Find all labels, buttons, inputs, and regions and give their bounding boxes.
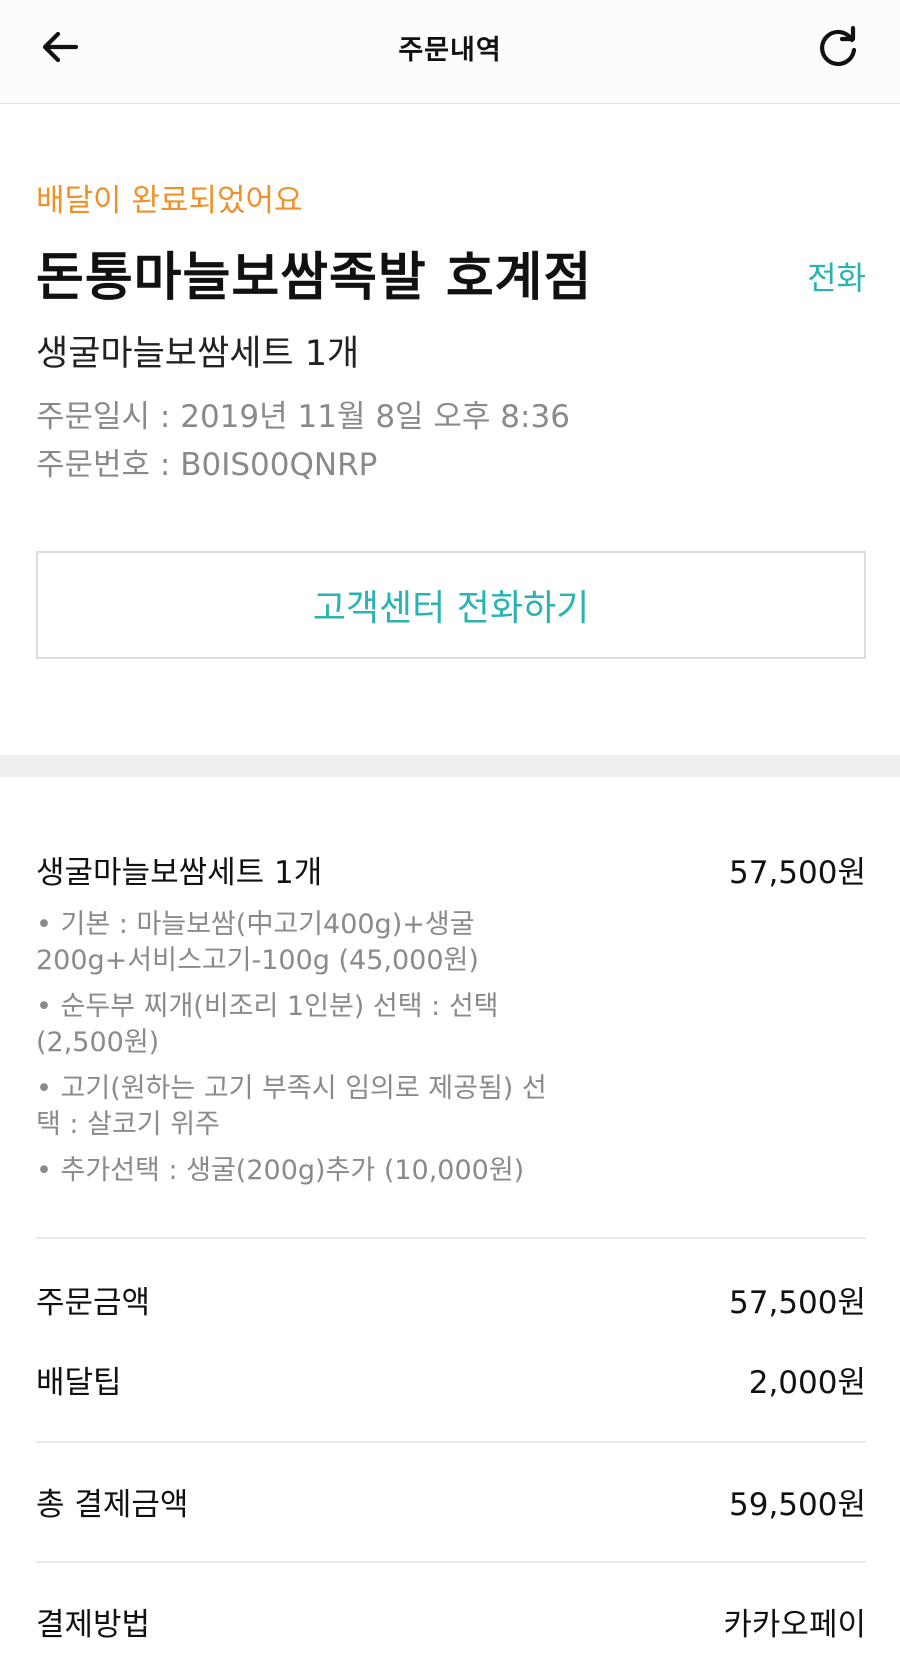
item-option: • 고기(원하는 고기 부족시 임의로 제공됨) 선택 : 살코기 위주 [36, 1073, 547, 1140]
order-date: 주문일시 : 2019년 11월 8일 오후 8:36 [36, 399, 570, 435]
payment-method-row: 결제방법 카카오페이 [36, 1599, 866, 1644]
refresh-icon[interactable] [812, 22, 864, 74]
payment-method-label: 결제방법 [36, 1607, 151, 1643]
order-header-section: 배달이 완료되었어요 돈통마늘보쌈족발 호계점 전화 생굴마늘보쌈세트 1개 주… [0, 105, 900, 755]
order-amount-label: 주문금액 [36, 1285, 151, 1321]
total-row: 총 결제금액 59,500원 [36, 1479, 866, 1524]
order-amount-value: 57,500원 [729, 1285, 866, 1321]
total-value: 59,500원 [729, 1487, 866, 1523]
delivery-tip-row: 배달팁 2,000원 [36, 1357, 866, 1402]
section-divider [0, 755, 900, 777]
item-option: • 기본 : 마늘보쌈(中고기400g)+생굴 200g+서비스고기-100g … [36, 909, 479, 976]
total-label: 총 결제금액 [36, 1487, 189, 1523]
top-bar: 주문내역 [0, 0, 900, 104]
delivery-status: 배달이 완료되었어요 [36, 183, 303, 219]
delivery-tip-label: 배달팁 [36, 1365, 122, 1401]
page-title: 주문내역 [398, 35, 502, 66]
item-options: • 기본 : 마늘보쌈(中고기400g)+생굴 200g+서비스고기-100g … [36, 907, 556, 1199]
divider [36, 1561, 866, 1563]
item-option: • 추가선택 : 생굴(200g)추가 (10,000원) [36, 1155, 525, 1186]
item-option: • 순두부 찌개(비조리 1인분) 선택 : 선택 (2,500원) [36, 991, 499, 1058]
call-store-button[interactable]: 전화 [807, 253, 866, 299]
item-name: 생굴마늘보쌈세트 1개 [36, 855, 323, 891]
call-customer-center-button[interactable]: 고객센터 전화하기 [36, 551, 866, 659]
divider [36, 1441, 866, 1443]
order-detail-section: 생굴마늘보쌈세트 1개 57,500원 • 기본 : 마늘보쌈(中고기400g)… [0, 777, 900, 1680]
item-price: 57,500원 [729, 855, 866, 891]
payment-method-value: 카카오페이 [723, 1607, 866, 1643]
store-name: 돈통마늘보쌈족발 호계점 [36, 248, 593, 308]
order-summary: 생굴마늘보쌈세트 1개 [36, 334, 360, 374]
order-number: 주문번호 : B0IS00QNRP [36, 447, 378, 483]
item-row: 생굴마늘보쌈세트 1개 57,500원 [36, 847, 866, 892]
divider [36, 1237, 866, 1239]
order-amount-row: 주문금액 57,500원 [36, 1277, 866, 1322]
delivery-tip-value: 2,000원 [748, 1365, 866, 1401]
